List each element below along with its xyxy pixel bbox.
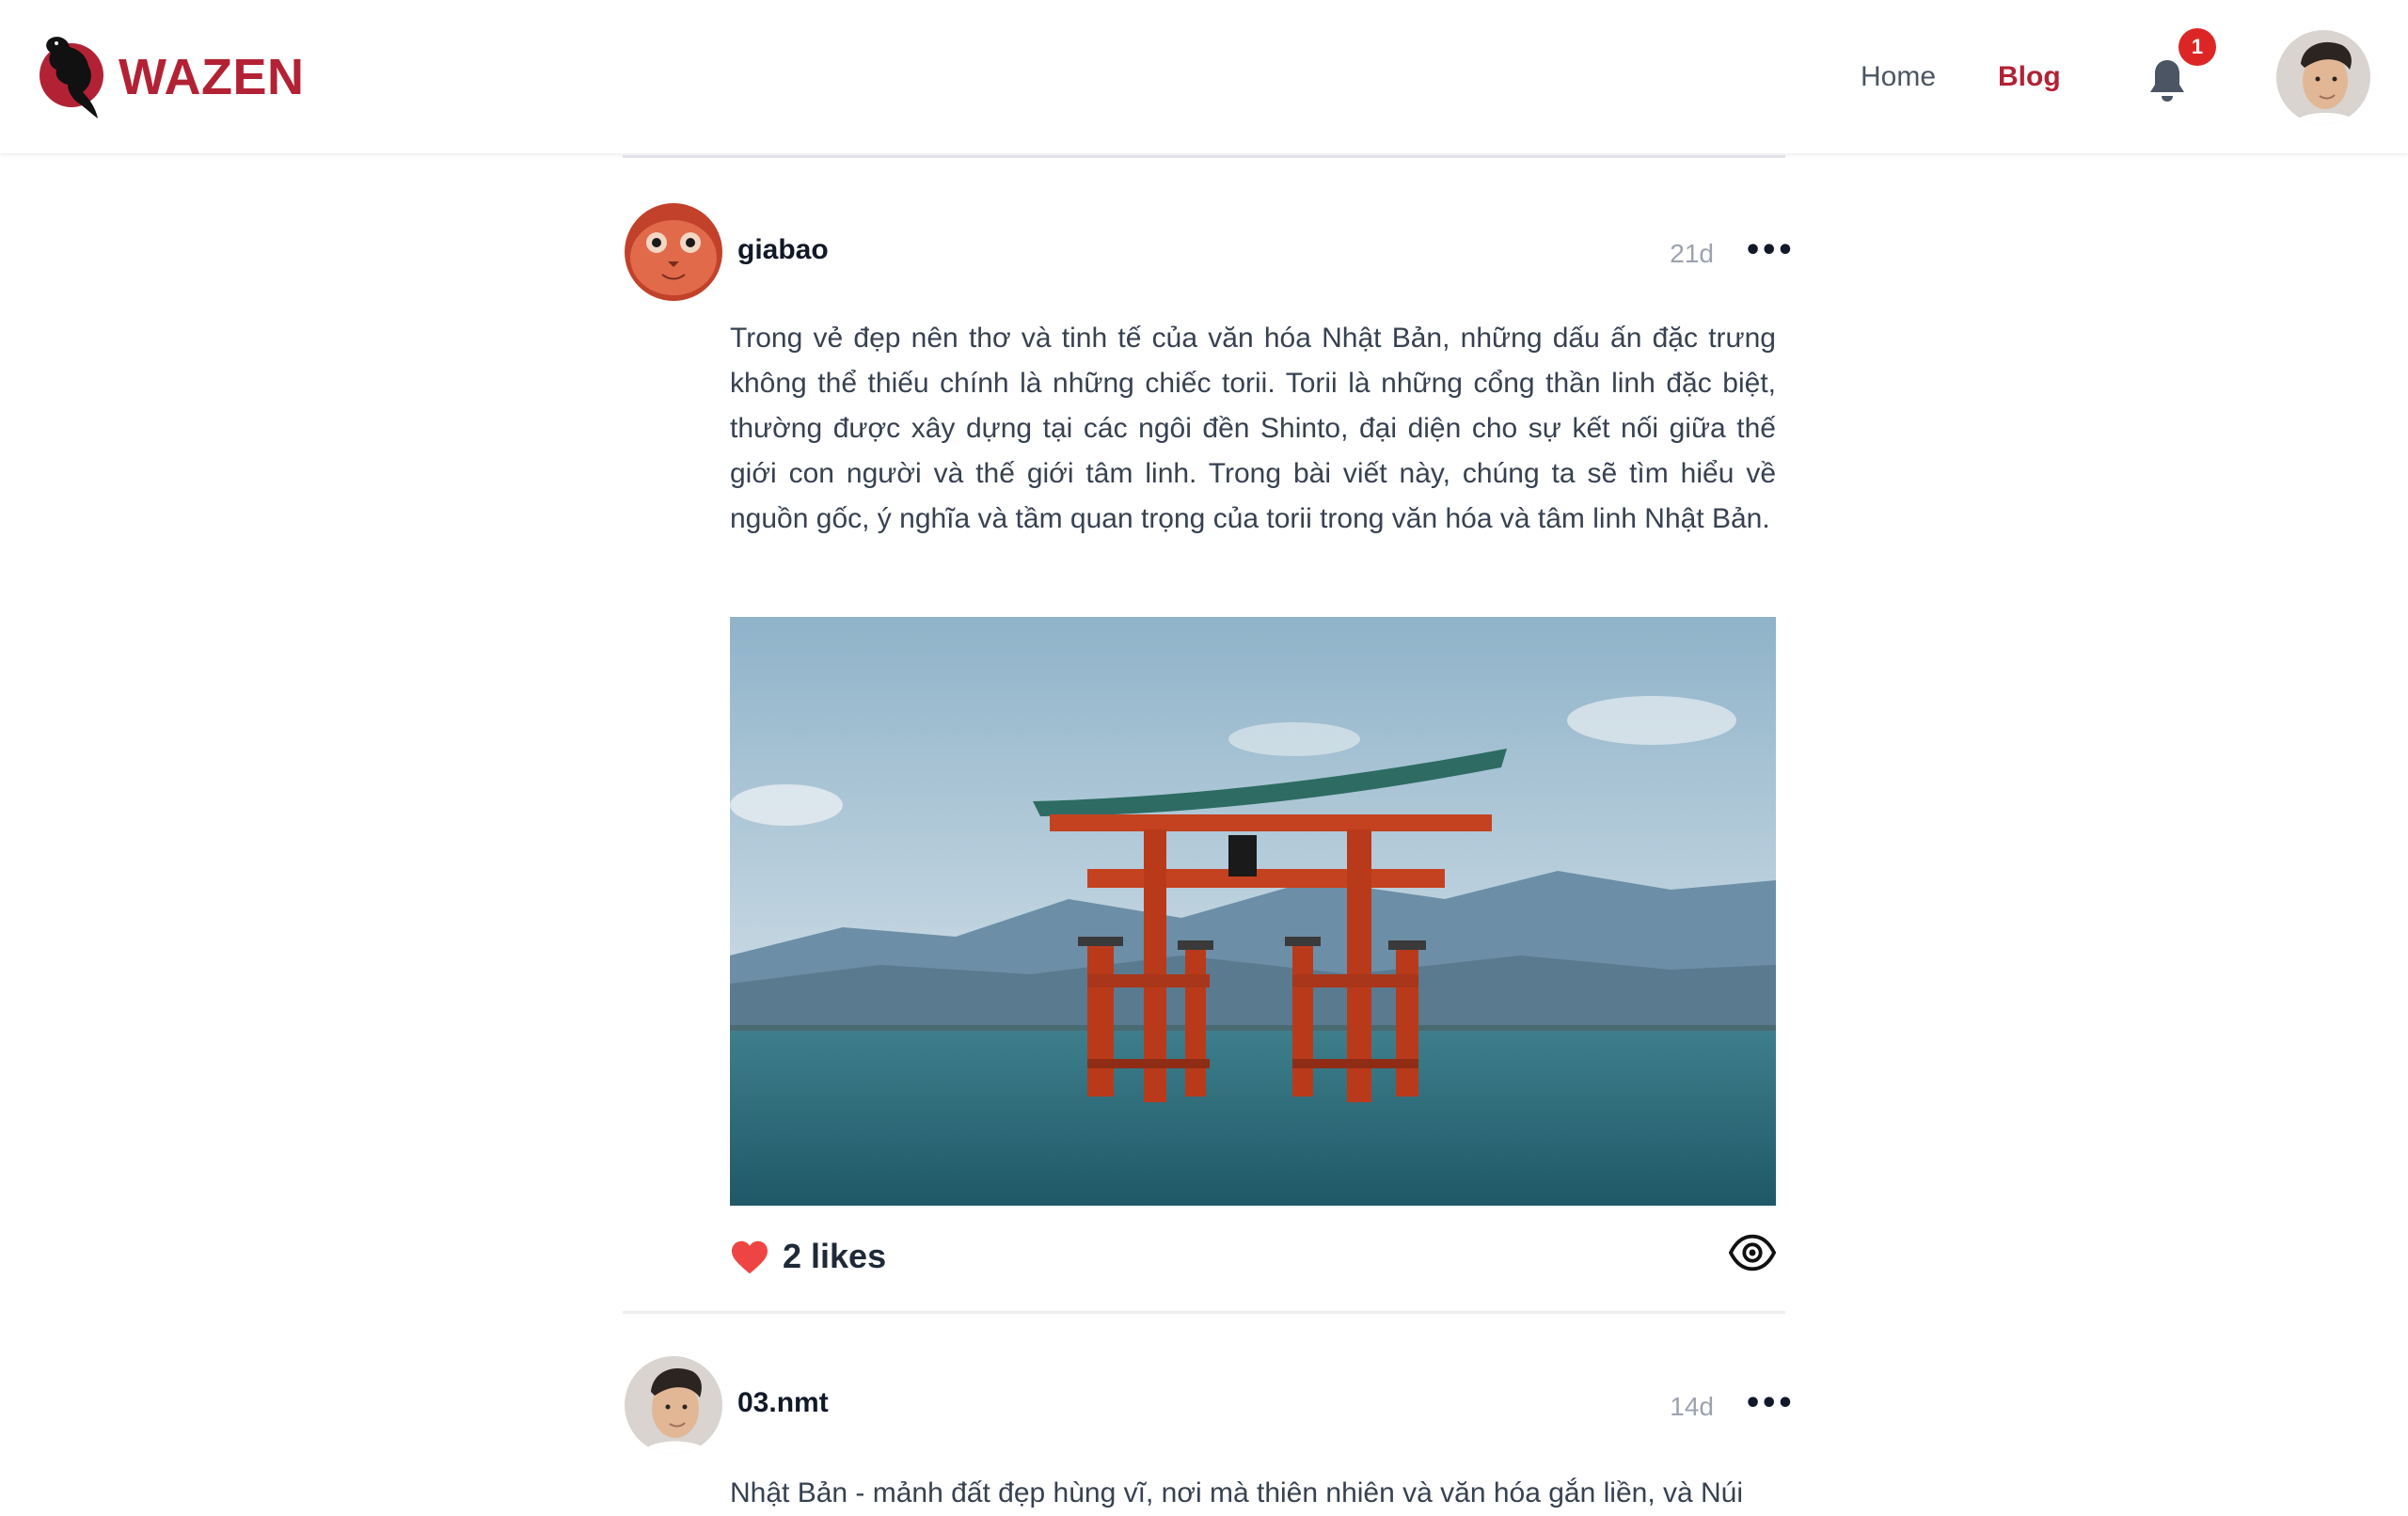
post-author-name[interactable]: 03.nmt xyxy=(737,1386,829,1420)
feed-divider xyxy=(623,155,1785,158)
post-timestamp: 14d xyxy=(1670,1392,1714,1421)
user-avatar-image xyxy=(2276,30,2370,124)
heart-icon[interactable] xyxy=(730,1240,769,1275)
more-options-icon[interactable]: ••• xyxy=(1744,1390,1795,1424)
user-avatar[interactable] xyxy=(2276,30,2370,124)
nav-home-link[interactable]: Home xyxy=(1861,58,1936,96)
notification-badge: 1 xyxy=(2178,28,2216,66)
post-timestamp: 21d xyxy=(1670,239,1714,268)
post-author-avatar[interactable] xyxy=(625,1356,722,1454)
post-actions: 2 likes xyxy=(730,1230,1776,1283)
eye-icon[interactable] xyxy=(1729,1232,1776,1273)
post-image[interactable] xyxy=(730,617,1776,1206)
post-divider xyxy=(623,1311,1785,1314)
post-author-avatar[interactable] xyxy=(625,203,722,301)
cat-avatar-image xyxy=(625,203,722,301)
post-author-name[interactable]: giabao xyxy=(737,233,829,267)
post-content: Nhật Bản - mảnh đất đẹp hùng vĩ, nơi mà … xyxy=(730,1477,1744,1508)
koi-logo-icon xyxy=(40,37,103,118)
torii-gate-photo xyxy=(730,617,1776,1206)
more-options-icon[interactable]: ••• xyxy=(1744,237,1795,271)
brand-name: WAZEN xyxy=(119,49,305,105)
user-avatar-image xyxy=(625,1356,722,1454)
bell-icon[interactable] xyxy=(2145,56,2190,105)
post-content: Trong vẻ đẹp nên thơ và tinh tế của văn … xyxy=(730,323,1776,534)
like-count[interactable]: 2 likes xyxy=(783,1236,886,1277)
top-navbar: WAZEN Home Blog 1 xyxy=(0,0,2408,153)
brand-logo[interactable]: WAZEN xyxy=(36,32,305,122)
nav-blog-link[interactable]: Blog xyxy=(1998,58,2061,96)
